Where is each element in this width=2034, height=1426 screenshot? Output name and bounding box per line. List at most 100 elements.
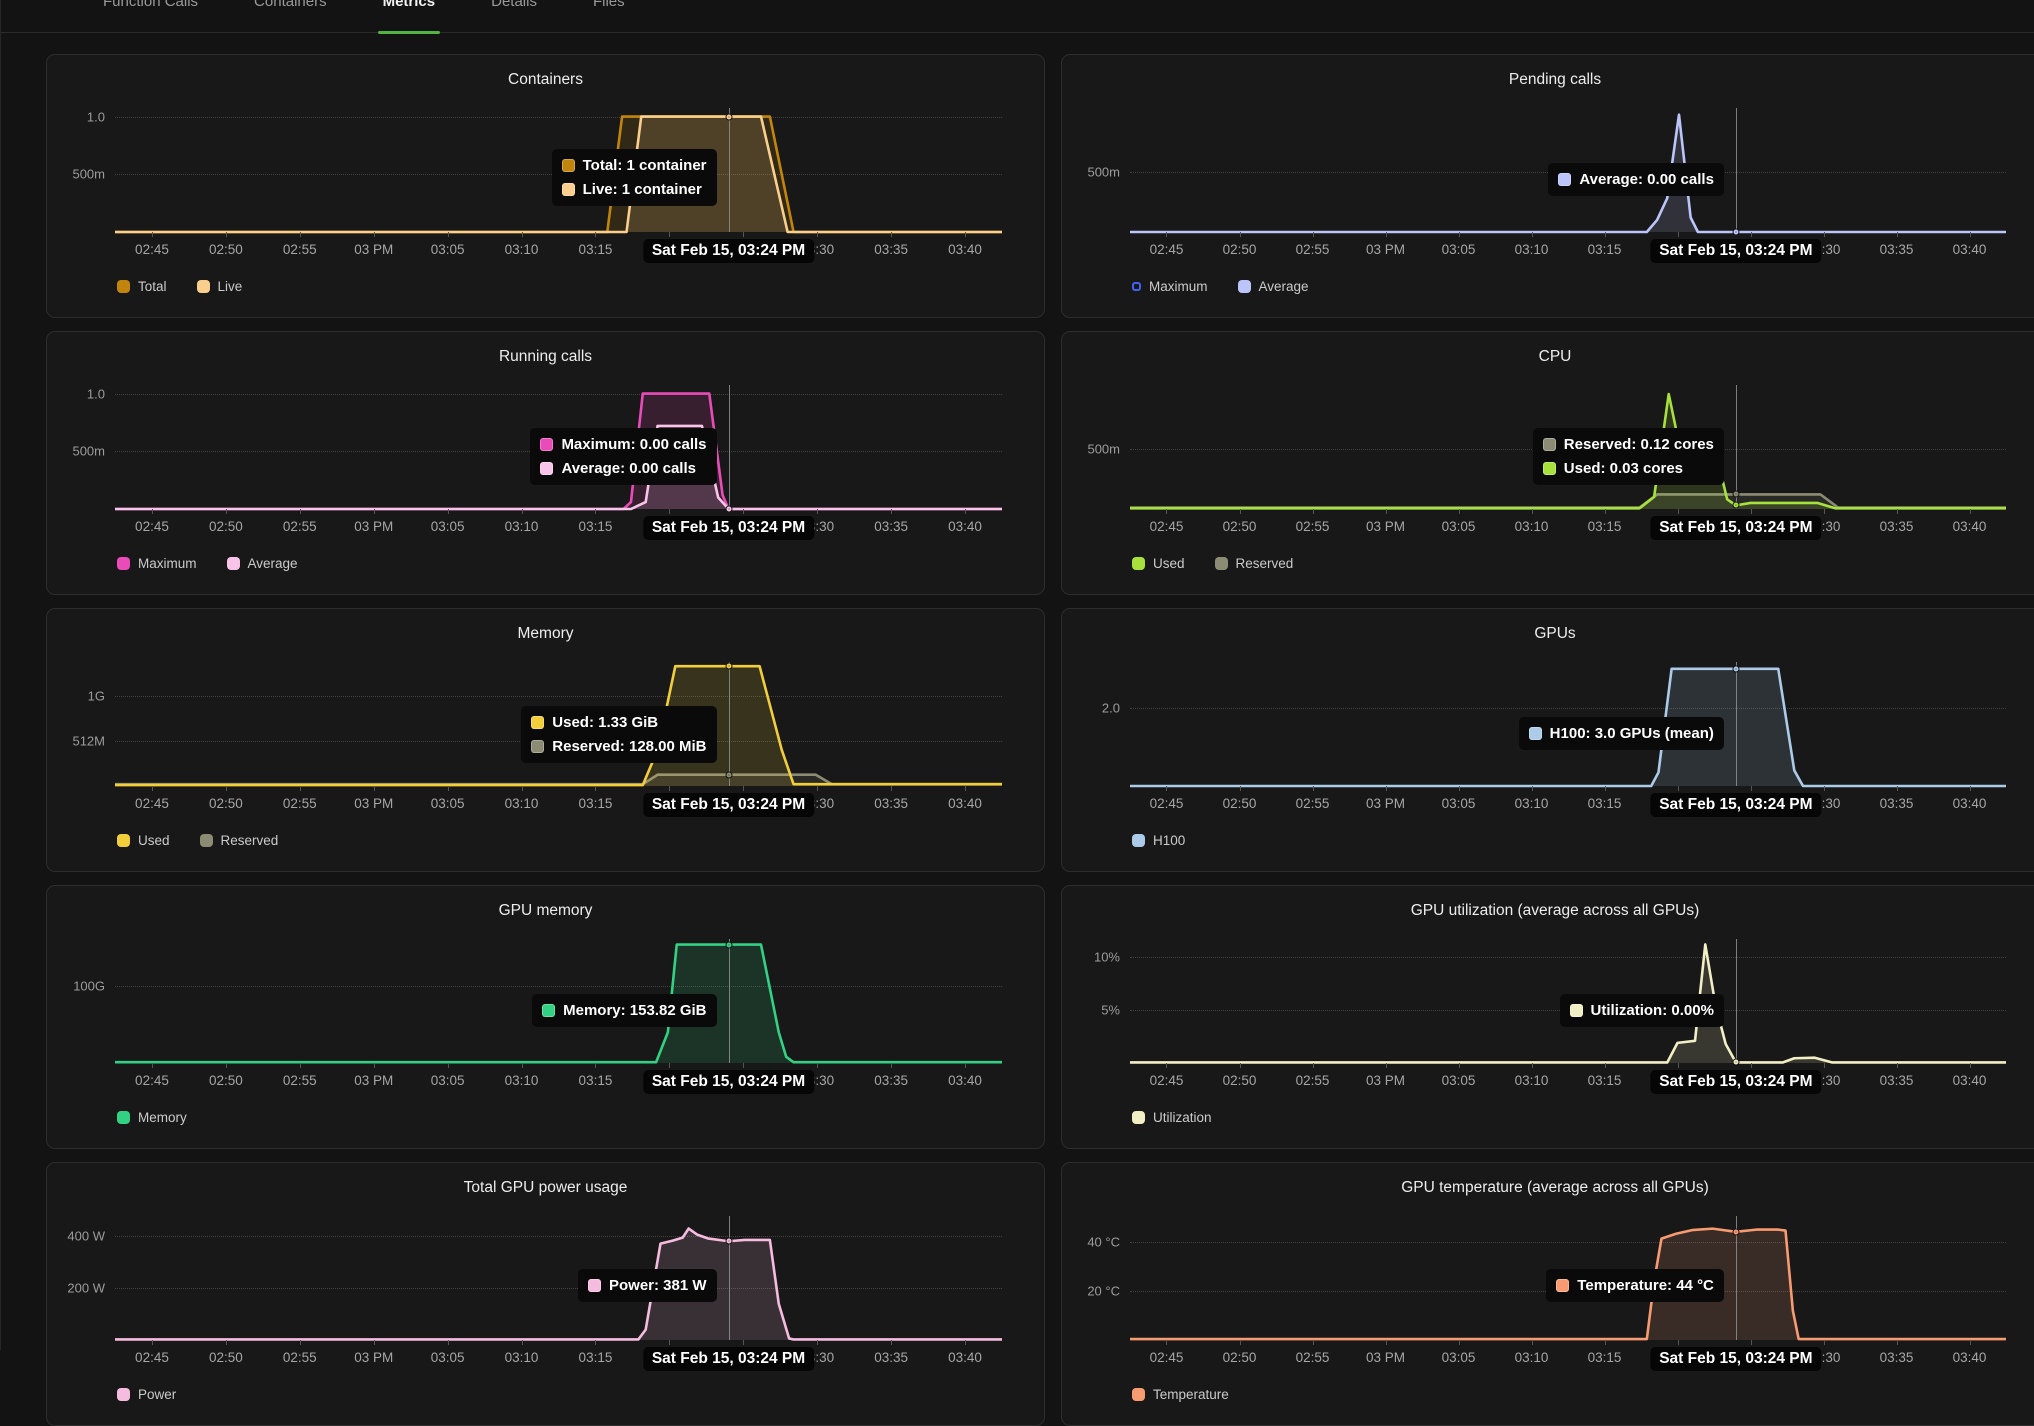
x-axis-tick: [1970, 509, 1971, 514]
chart-plot-area[interactable]: 1G512MUsed: 1.33 GiBReserved: 128.00 MiB…: [115, 659, 1002, 786]
x-axis-tick: [1386, 232, 1387, 237]
chart-legend: Used Reserved: [117, 833, 278, 848]
legend-item-maximum[interactable]: Maximum: [1132, 279, 1208, 294]
time-tooltip: Sat Feb 15, 03:24 PM: [643, 516, 814, 540]
chart-legend: Temperature: [1132, 1387, 1229, 1402]
value-tooltip: H100: 3.0 GPUs (mean): [1519, 717, 1724, 750]
time-tooltip: Sat Feb 15, 03:24 PM: [1650, 1347, 1821, 1371]
x-axis-tick: [1678, 509, 1679, 514]
chart-title: GPU temperature (average across all GPUs…: [1062, 1179, 2034, 1197]
time-tooltip: Sat Feb 15, 03:24 PM: [643, 1347, 814, 1371]
tab-containers[interactable]: Containers: [254, 0, 327, 32]
tooltip-swatch: [542, 1004, 555, 1017]
x-axis-tick: [1897, 786, 1898, 791]
legend-swatch: [1132, 282, 1141, 291]
x-axis-tick: [669, 1063, 670, 1068]
y-axis-label: 20 °C: [1066, 1284, 1120, 1299]
x-axis-tick: [817, 786, 818, 791]
chart-card-gpu-temperature: GPU temperature (average across all GPUs…: [1061, 1162, 2034, 1426]
chart-card-gpu-utilization: GPU utilization (average across all GPUs…: [1061, 885, 2034, 1149]
legend-item-utilization[interactable]: Utilization: [1132, 1110, 1212, 1125]
chart-plot-area[interactable]: 400 W200 WPower: 381 WSat Feb 15, 03:24 …: [115, 1213, 1002, 1340]
tab-metrics[interactable]: Metrics: [383, 0, 436, 32]
tooltip-row: Reserved: 0.12 cores: [1543, 436, 1714, 453]
chart-plot-area[interactable]: 500mAverage: 0.00 callsSat Feb 15, 03:24…: [1130, 105, 2006, 232]
chart-plot-area[interactable]: 1.0500mMaximum: 0.00 callsAverage: 0.00 …: [115, 382, 1002, 509]
x-axis-label: 02:50: [209, 796, 243, 811]
chart-legend: Utilization: [1132, 1110, 1212, 1125]
crosshair-line: [729, 1216, 730, 1340]
chart-plot-area[interactable]: 10%5%Utilization: 0.00%Sat Feb 15, 03:24…: [1130, 936, 2006, 1063]
chart-plot-area[interactable]: 100GMemory: 153.82 GiBSat Feb 15, 03:24 …: [115, 936, 1002, 1063]
chart-plot-area[interactable]: 500mReserved: 0.12 coresUsed: 0.03 cores…: [1130, 382, 2006, 509]
x-axis-tick: [152, 786, 153, 791]
legend-item-reserved[interactable]: Reserved: [1215, 556, 1294, 571]
legend-swatch: [1132, 1111, 1145, 1124]
x-axis-tick: [1824, 509, 1825, 514]
chart-title: Containers: [47, 71, 1044, 89]
x-axis-tick: [965, 1340, 966, 1345]
x-axis-label: 03:40: [1953, 1350, 1987, 1365]
chart-plot-area[interactable]: 1.0500mTotal: 1 containerLive: 1 contain…: [115, 105, 1002, 232]
x-axis-label: 03:40: [948, 1350, 982, 1365]
legend-item-total[interactable]: Total: [117, 279, 167, 294]
legend-item-used[interactable]: Used: [117, 833, 170, 848]
chart-plot-area[interactable]: 40 °C20 °CTemperature: 44 °CSat Feb 15, …: [1130, 1213, 2006, 1340]
x-axis-tick: [1240, 1340, 1241, 1345]
value-marker: [1733, 230, 1738, 235]
legend-item-maximum[interactable]: Maximum: [117, 556, 197, 571]
x-axis-label: 03:35: [1880, 1350, 1914, 1365]
x-axis-label: 03 PM: [354, 519, 393, 534]
value-marker: [1733, 1229, 1738, 1234]
x-axis-tick: [226, 786, 227, 791]
y-axis-label: 500m: [51, 444, 105, 459]
legend-item-average[interactable]: Average: [227, 556, 298, 571]
chart-legend: Total Live: [117, 279, 242, 294]
legend-item-memory[interactable]: Memory: [117, 1110, 187, 1125]
legend-swatch: [200, 834, 213, 847]
x-axis-tick: [300, 1340, 301, 1345]
x-axis-tick: [1824, 786, 1825, 791]
legend-swatch: [197, 280, 210, 293]
x-axis-label: 03:35: [1880, 1073, 1914, 1088]
tab-files[interactable]: Files: [593, 0, 625, 32]
x-axis-tick: [300, 232, 301, 237]
charts-grid: Containers 1.0500mTotal: 1 containerLive:…: [1, 33, 2034, 1426]
x-axis-tick: [300, 1063, 301, 1068]
chart-title: GPU utilization (average across all GPUs…: [1062, 902, 2034, 920]
time-tooltip: Sat Feb 15, 03:24 PM: [643, 793, 814, 817]
x-axis-label: 03:40: [948, 242, 982, 257]
x-axis-tick: [1532, 232, 1533, 237]
y-axis-label: 200 W: [51, 1281, 105, 1296]
tab-function-calls[interactable]: Function Calls: [103, 0, 198, 32]
legend-item-h100[interactable]: H100: [1132, 833, 1185, 848]
legend-item-reserved[interactable]: Reserved: [200, 833, 279, 848]
crosshair-line: [729, 385, 730, 509]
legend-item-temperature[interactable]: Temperature: [1132, 1387, 1229, 1402]
x-axis-tick: [1166, 1340, 1167, 1345]
legend-item-power[interactable]: Power: [117, 1387, 176, 1402]
x-axis-tick: [1532, 509, 1533, 514]
tooltip-text: Temperature: 44 °C: [1577, 1277, 1714, 1294]
legend-item-average[interactable]: Average: [1238, 279, 1309, 294]
x-axis-tick: [1824, 1063, 1825, 1068]
legend-swatch: [1132, 1388, 1145, 1401]
x-axis-label: 03:15: [1588, 796, 1622, 811]
x-axis-tick: [669, 509, 670, 514]
x-axis-tick: [1313, 509, 1314, 514]
x-axis-label: 02:50: [1223, 519, 1257, 534]
tooltip-text: Total: 1 container: [583, 157, 707, 174]
legend-item-live[interactable]: Live: [197, 279, 243, 294]
legend-item-used[interactable]: Used: [1132, 556, 1185, 571]
x-axis-label: 03:10: [1515, 1350, 1549, 1365]
y-axis-label: 500m: [51, 167, 105, 182]
x-axis-tick: [448, 1340, 449, 1345]
x-axis-tick: [743, 786, 744, 791]
tooltip-row: Utilization: 0.00%: [1570, 1002, 1714, 1019]
tab-label: Files: [593, 0, 625, 12]
x-axis-label: 03 PM: [354, 1073, 393, 1088]
tab-details[interactable]: Details: [491, 0, 537, 32]
x-axis-label: 03:10: [505, 519, 539, 534]
value-marker: [726, 507, 731, 512]
chart-plot-area[interactable]: 2.0H100: 3.0 GPUs (mean)Sat Feb 15, 03:2…: [1130, 659, 2006, 786]
